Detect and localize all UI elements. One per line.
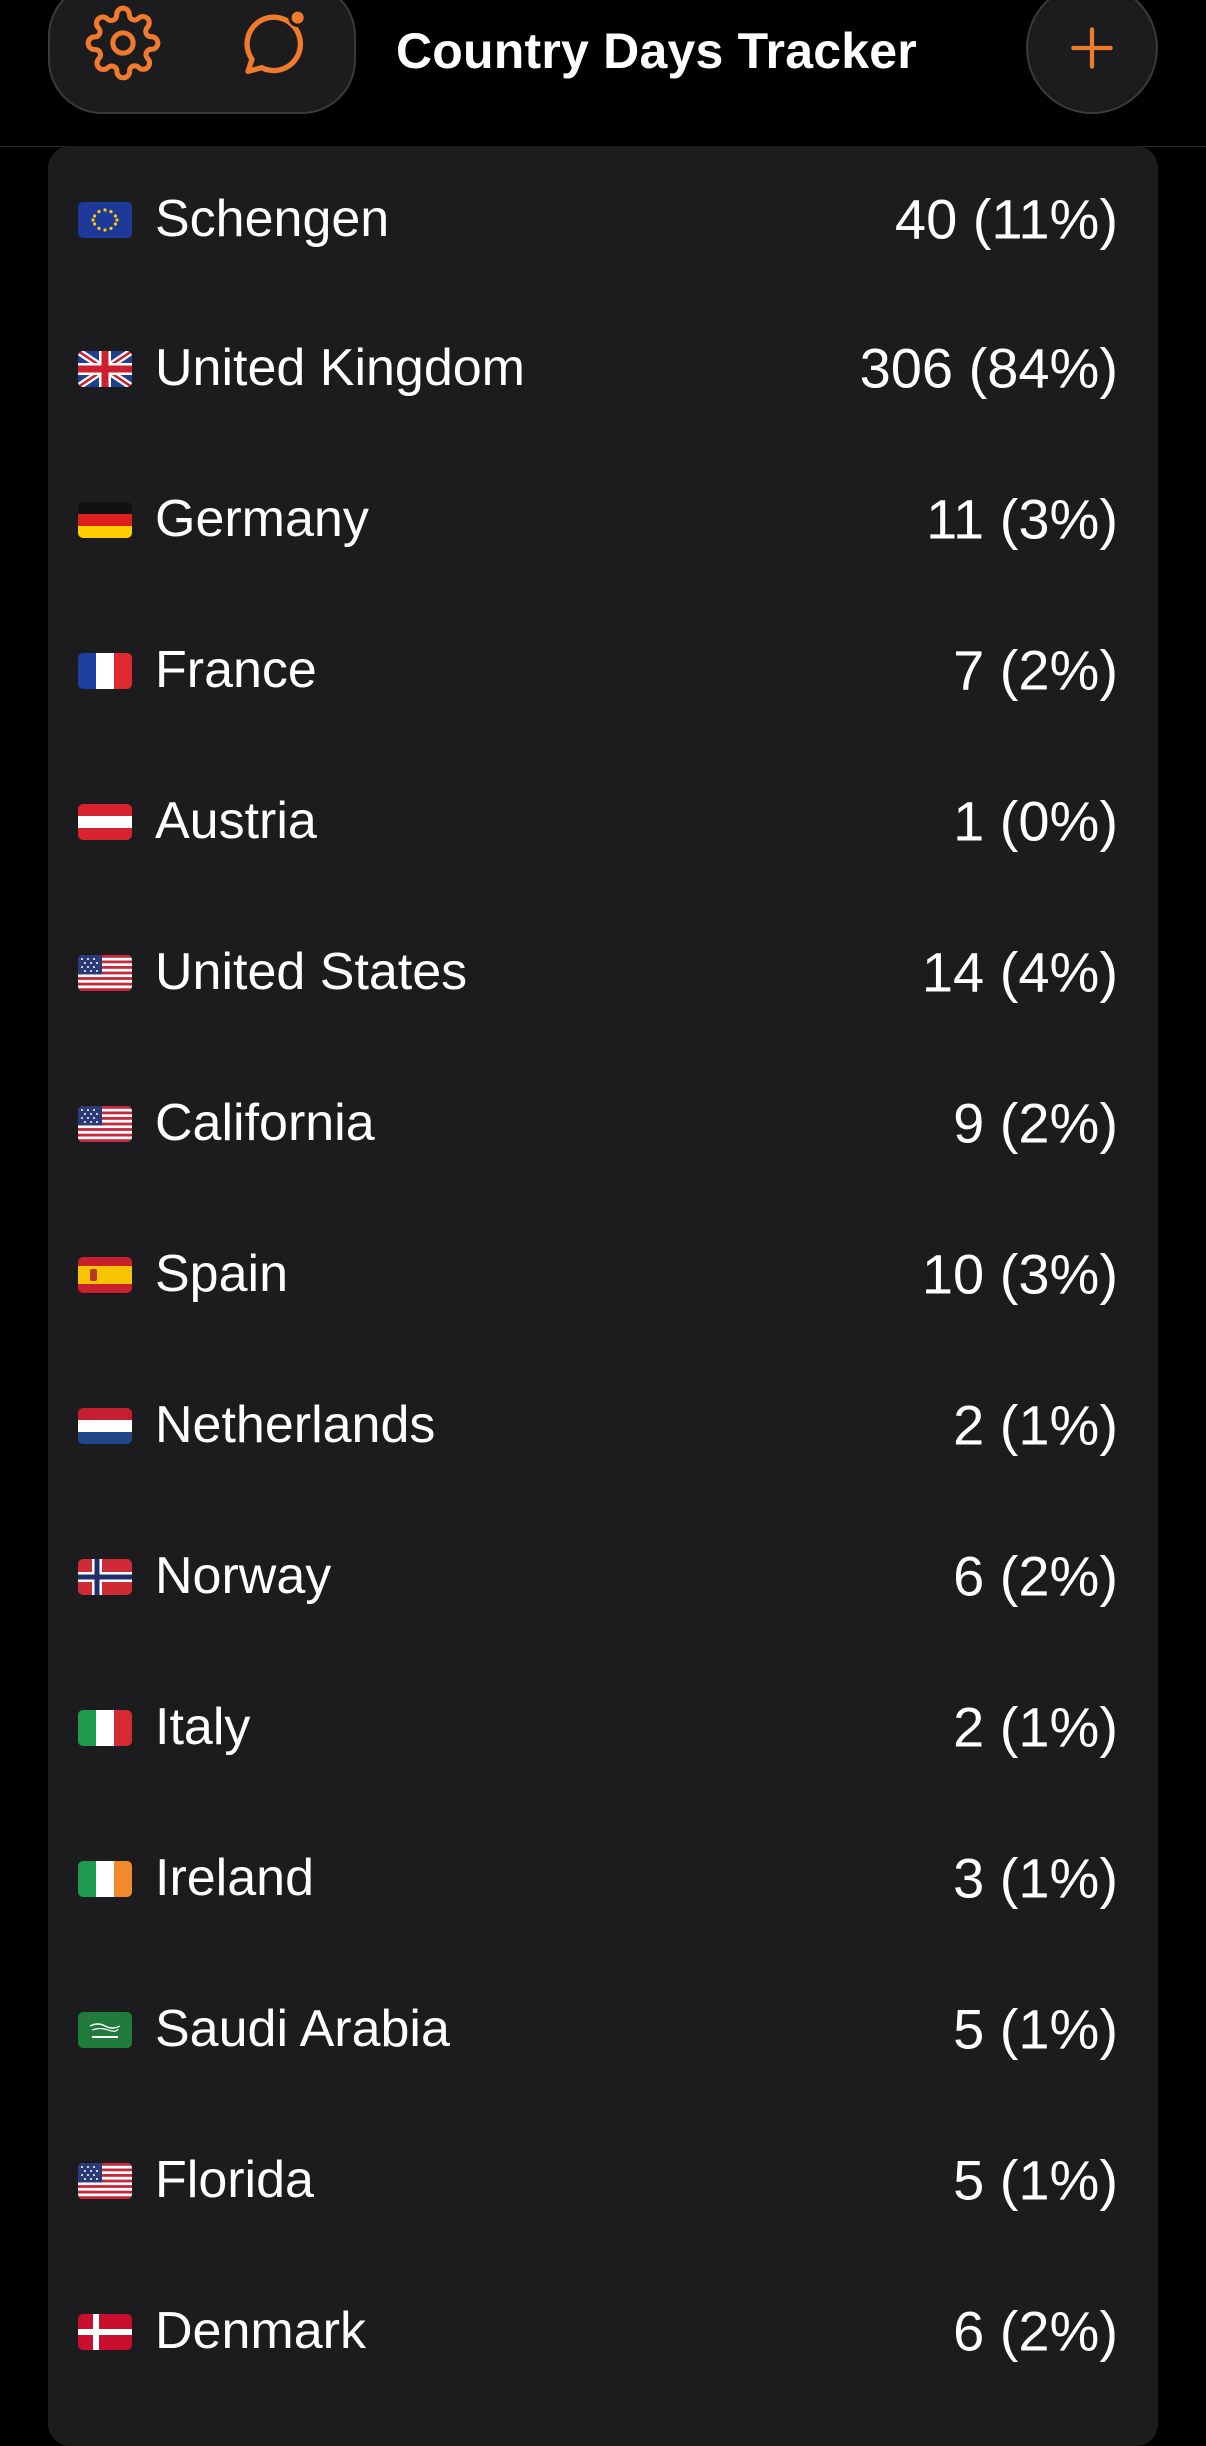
country-name: Denmark bbox=[155, 2301, 366, 2360]
list-item[interactable]: United States 14 (4%) bbox=[48, 896, 1158, 1047]
list-item[interactable]: Ireland 3 (1%) bbox=[48, 1802, 1158, 1953]
country-name: Austria bbox=[155, 791, 317, 850]
days-count: 5 (1%) bbox=[953, 2148, 1118, 2211]
country-name: France bbox=[155, 640, 317, 699]
gear-icon bbox=[85, 5, 161, 81]
country-name: United States bbox=[155, 942, 468, 1001]
france-flag-icon bbox=[78, 652, 132, 689]
eu-flag-icon bbox=[78, 202, 132, 238]
toolbar-pill bbox=[48, 0, 356, 114]
days-count: 9 (2%) bbox=[953, 1091, 1118, 1154]
spain-flag-icon bbox=[78, 1256, 132, 1293]
us-flag-icon bbox=[78, 954, 132, 991]
list-item[interactable]: Spain 10 (3%) bbox=[48, 1198, 1158, 1349]
days-count: 10 (3%) bbox=[921, 1242, 1118, 1305]
ireland-flag-icon bbox=[78, 1860, 132, 1897]
page-title: Country Days Tracker bbox=[396, 23, 917, 79]
country-name: Norway bbox=[155, 1546, 332, 1605]
plus-icon bbox=[1071, 27, 1113, 69]
country-name: Florida bbox=[155, 2150, 314, 2209]
list-item[interactable]: Norway 6 (2%) bbox=[48, 1500, 1158, 1651]
add-button[interactable] bbox=[1026, 0, 1158, 114]
list-item[interactable]: Germany 11 (3%) bbox=[48, 443, 1158, 594]
days-count: 306 (84%) bbox=[859, 336, 1118, 399]
country-name: Netherlands bbox=[155, 1395, 436, 1454]
saudi-arabia-flag-icon bbox=[78, 2011, 132, 2048]
list-item[interactable]: Netherlands 2 (1%) bbox=[48, 1349, 1158, 1500]
days-count: 2 (1%) bbox=[953, 1695, 1118, 1758]
days-count: 3 (1%) bbox=[953, 1846, 1118, 1909]
days-count: 7 (2%) bbox=[953, 638, 1118, 701]
netherlands-flag-icon bbox=[78, 1407, 132, 1444]
days-count: 6 (2%) bbox=[953, 2299, 1118, 2362]
country-name: Spain bbox=[155, 1244, 288, 1303]
us-flag-icon bbox=[78, 1105, 132, 1142]
list-item[interactable]: United Kingdom 306 (84%) bbox=[48, 292, 1158, 443]
notification-dot bbox=[288, 8, 308, 28]
list-item[interactable]: Florida 5 (1%) bbox=[48, 2104, 1158, 2255]
country-name: California bbox=[155, 1093, 375, 1152]
germany-flag-icon bbox=[78, 501, 132, 538]
country-name: Saudi Arabia bbox=[155, 1999, 450, 2058]
list-item[interactable]: Austria 1 (0%) bbox=[48, 745, 1158, 896]
italy-flag-icon bbox=[78, 1709, 132, 1746]
country-list-card: Schengen 40 (11%) United Kingdom 306 (84… bbox=[48, 146, 1158, 2446]
country-name: Germany bbox=[155, 489, 369, 548]
country-name: Schengen bbox=[155, 190, 390, 248]
denmark-flag-icon bbox=[78, 2313, 132, 2350]
list-item[interactable]: Saudi Arabia 5 (1%) bbox=[48, 1953, 1158, 2104]
list-item[interactable]: Denmark 6 (2%) bbox=[48, 2255, 1158, 2406]
days-count: 14 (4%) bbox=[921, 940, 1118, 1003]
top-bar: Country Days Tracker bbox=[0, 0, 1206, 147]
list-item[interactable]: California 9 (2%) bbox=[48, 1047, 1158, 1198]
norway-flag-icon bbox=[78, 1558, 132, 1595]
country-name: United Kingdom bbox=[155, 338, 525, 397]
austria-flag-icon bbox=[78, 803, 132, 840]
country-name: Ireland bbox=[155, 1848, 314, 1907]
chat-bubble-icon bbox=[244, 8, 308, 75]
days-count: 1 (0%) bbox=[953, 789, 1118, 852]
settings-button[interactable] bbox=[78, 0, 168, 88]
days-count: 11 (3%) bbox=[926, 487, 1118, 550]
uk-flag-icon bbox=[78, 350, 132, 387]
country-name: Italy bbox=[155, 1697, 251, 1756]
list-item[interactable]: Italy 2 (1%) bbox=[48, 1651, 1158, 1802]
days-count: 2 (1%) bbox=[953, 1393, 1118, 1456]
list-item[interactable]: France 7 (2%) bbox=[48, 594, 1158, 745]
feedback-button[interactable] bbox=[228, 0, 318, 88]
days-count: 5 (1%) bbox=[953, 1997, 1118, 2060]
us-flag-icon bbox=[78, 2162, 132, 2199]
days-count: 40 (11%) bbox=[894, 187, 1118, 251]
country-list: Schengen 40 (11%) United Kingdom 306 (84… bbox=[48, 146, 1158, 2406]
days-count: 6 (2%) bbox=[953, 1544, 1118, 1607]
list-item[interactable]: Schengen 40 (11%) bbox=[48, 146, 1158, 292]
